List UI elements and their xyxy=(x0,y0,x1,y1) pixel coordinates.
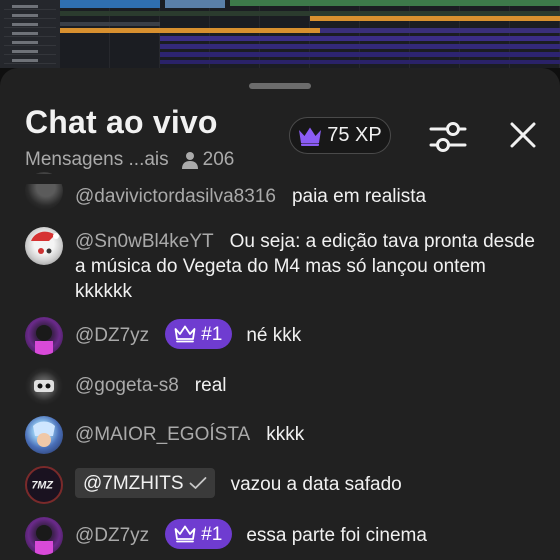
avatar xyxy=(25,367,63,405)
message-author: @7MZHITS xyxy=(83,472,184,494)
santa-hat-icon xyxy=(31,231,59,254)
timeline-track xyxy=(230,0,560,6)
chat-mode-label: Mensagens ...ais xyxy=(25,149,169,170)
message-text: real xyxy=(194,375,227,396)
message-author[interactable]: @DZ7yz xyxy=(75,325,149,346)
rank-badge: #1 xyxy=(165,319,233,349)
rank-badge-label: #1 xyxy=(201,323,223,345)
chat-message[interactable]: @gogeta-s8 real xyxy=(25,367,545,405)
crown-icon xyxy=(299,127,322,146)
channel-logo-icon: 7MZ xyxy=(31,480,53,492)
message-author[interactable]: @MAIOR_EGOÍSTA xyxy=(75,424,250,445)
message-text: kkkk xyxy=(266,424,305,445)
chat-message[interactable]: @Sn0wBl4keYT Ou seja: a edição tava pront… xyxy=(25,227,545,304)
track-names-panel xyxy=(0,0,60,68)
character-avatar-icon xyxy=(35,325,53,355)
timeline-track xyxy=(320,28,560,33)
message-author[interactable]: @davivictordasilva8316 xyxy=(75,186,276,207)
message-text: paia em realista xyxy=(291,186,427,207)
timeline-track xyxy=(60,22,160,26)
verified-author-chip[interactable]: @7MZHITS xyxy=(75,468,215,498)
message-author[interactable]: @Sn0wBl4keYT xyxy=(75,231,214,252)
character-avatar-icon xyxy=(35,525,53,555)
chat-message[interactable]: @MAIOR_EGOÍSTA kkkk xyxy=(25,416,545,454)
timeline-track xyxy=(160,44,560,49)
close-icon[interactable] xyxy=(508,120,538,150)
avatar xyxy=(25,416,63,454)
list-top-edge xyxy=(0,174,560,184)
message-author[interactable]: @DZ7yz xyxy=(75,525,149,546)
message-text: essa parte foi cinema xyxy=(246,525,427,547)
sliders-icon[interactable] xyxy=(428,119,468,155)
avatar xyxy=(25,317,63,355)
video-editor-preview xyxy=(0,0,560,68)
checkmark-icon xyxy=(189,477,206,489)
xp-button[interactable]: 75 XP xyxy=(289,117,391,154)
chat-title: Chat ao vivo xyxy=(25,104,218,140)
timeline-track xyxy=(160,36,560,41)
character-avatar-icon xyxy=(33,421,55,447)
timeline-track xyxy=(165,0,225,8)
drag-handle[interactable] xyxy=(249,83,311,89)
timeline-track xyxy=(160,60,560,64)
crown-icon xyxy=(174,525,196,543)
character-avatar-icon xyxy=(34,380,54,392)
message-text: né kkk xyxy=(246,325,302,347)
rank-badge: #1 xyxy=(165,519,233,549)
timeline-track xyxy=(160,52,560,57)
chat-message[interactable]: 7MZ @7MZHITS vazou a data safado xyxy=(25,466,545,504)
avatar xyxy=(25,227,63,265)
chat-message[interactable]: @davivictordasilva8316 paia em realista xyxy=(25,172,545,214)
timeline-track xyxy=(60,28,320,33)
timeline-track xyxy=(60,0,160,8)
chat-message[interactable]: @DZ7yz #1 né kkk xyxy=(25,317,545,355)
rank-badge-label: #1 xyxy=(201,523,223,545)
chat-mode-selector[interactable]: Mensagens ...ais 206 xyxy=(25,149,234,171)
message-author[interactable]: @gogeta-s8 xyxy=(75,375,179,396)
timeline-track xyxy=(310,16,560,21)
chat-message[interactable]: @DZ7yz #1 essa parte foi cinema xyxy=(25,517,545,555)
svg-text:7MZ: 7MZ xyxy=(31,480,53,492)
avatar xyxy=(25,517,63,555)
xp-label: 75 XP xyxy=(327,124,382,146)
crown-icon xyxy=(174,325,196,343)
message-text: vazou a data safado xyxy=(230,474,402,496)
viewer-count-value: 206 xyxy=(202,149,235,170)
avatar: 7MZ xyxy=(25,466,63,504)
viewer-count: 206 xyxy=(181,149,235,171)
person-icon xyxy=(181,152,198,169)
